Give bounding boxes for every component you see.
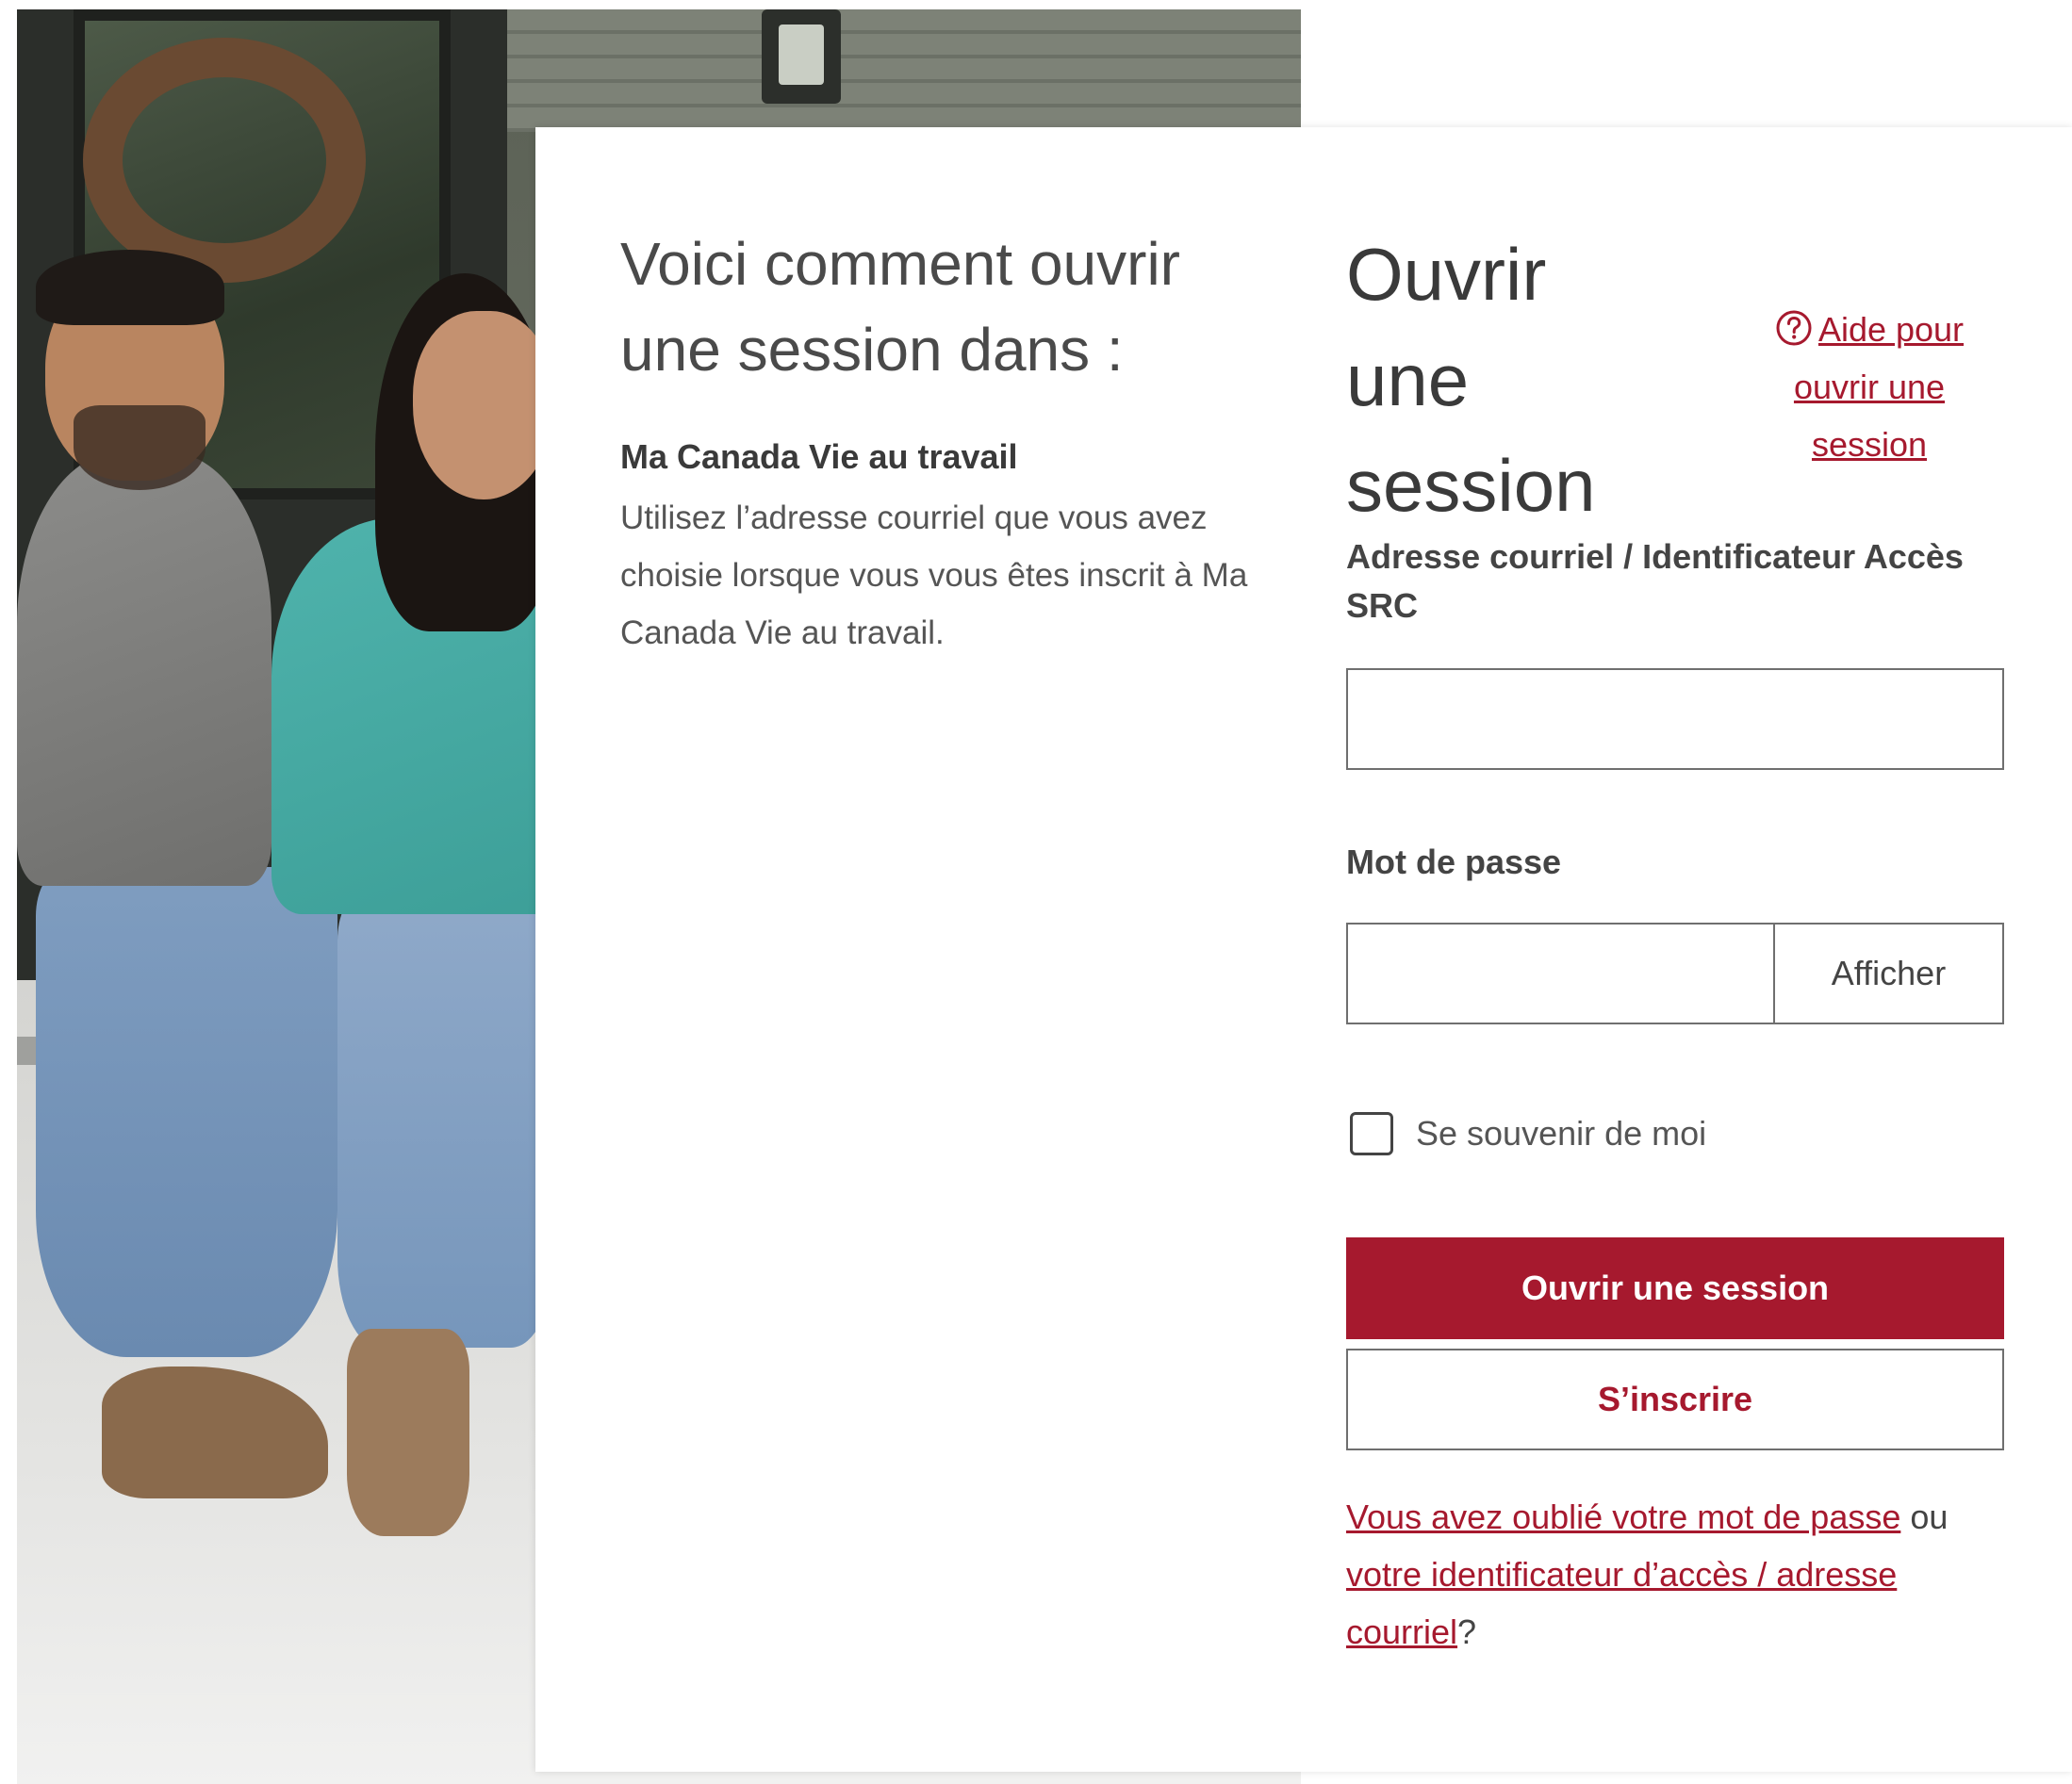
man-sweater bbox=[17, 452, 271, 886]
man-beard bbox=[74, 405, 206, 490]
help-link-label: Aide pour ouvrir une session bbox=[1793, 310, 1965, 464]
house-siding bbox=[507, 9, 1301, 132]
woman-boot bbox=[347, 1329, 469, 1536]
show-password-button[interactable]: Afficher bbox=[1775, 923, 2004, 1024]
password-input[interactable] bbox=[1346, 923, 1775, 1024]
forgot-end-text: ? bbox=[1457, 1612, 1477, 1651]
woman-jeans bbox=[337, 895, 554, 1348]
question-circle-icon bbox=[1776, 310, 1812, 346]
forgot-credentials: Vous avez oublié votre mot de passe ou v… bbox=[1346, 1488, 2004, 1661]
sign-in-button[interactable]: Ouvrir une session bbox=[1346, 1237, 2004, 1339]
forgot-password-link[interactable]: Vous avez oublié votre mot de passe bbox=[1346, 1498, 1900, 1536]
login-title: Ouvrir une session bbox=[1346, 233, 1596, 527]
remember-me-row: Se souvenir de moi bbox=[1346, 1109, 2004, 1158]
intro-subheading: Ma Canada Vie au travail bbox=[620, 437, 1018, 476]
man-jeans bbox=[36, 867, 337, 1357]
forgot-id-link[interactable]: votre identificateur d’accès / adresse c… bbox=[1346, 1555, 1897, 1651]
login-form: Ouvrir une session Aide pour ouvrir une … bbox=[1346, 221, 2004, 1661]
remember-me-checkbox[interactable] bbox=[1350, 1112, 1393, 1155]
man-hair bbox=[36, 250, 224, 325]
register-button[interactable]: S’inscrire bbox=[1346, 1349, 2004, 1450]
woman-face bbox=[413, 311, 554, 499]
help-link[interactable]: Aide pour ouvrir une session bbox=[1751, 301, 1987, 473]
login-header: Ouvrir une session Aide pour ouvrir une … bbox=[1346, 221, 2004, 532]
password-row: Afficher bbox=[1346, 923, 2004, 1024]
porch-lamp bbox=[762, 9, 841, 104]
forgot-or-text: ou bbox=[1900, 1498, 1949, 1536]
intro-title: Voici comment ouvrir une session dans : bbox=[620, 230, 1180, 384]
email-input[interactable] bbox=[1346, 668, 2004, 770]
remember-me-label[interactable]: Se souvenir de moi bbox=[1416, 1114, 1706, 1154]
wreath bbox=[83, 38, 366, 283]
intro-text: Utilisez l’adresse courriel que vous ave… bbox=[620, 499, 1248, 651]
intro-section: Voici comment ouvrir une session dans : … bbox=[620, 221, 1261, 662]
email-label: Adresse courriel / Identificateur Accès … bbox=[1346, 537, 1964, 625]
password-label: Mot de passe bbox=[1346, 843, 1562, 881]
login-card: Voici comment ouvrir une session dans : … bbox=[535, 127, 2072, 1772]
